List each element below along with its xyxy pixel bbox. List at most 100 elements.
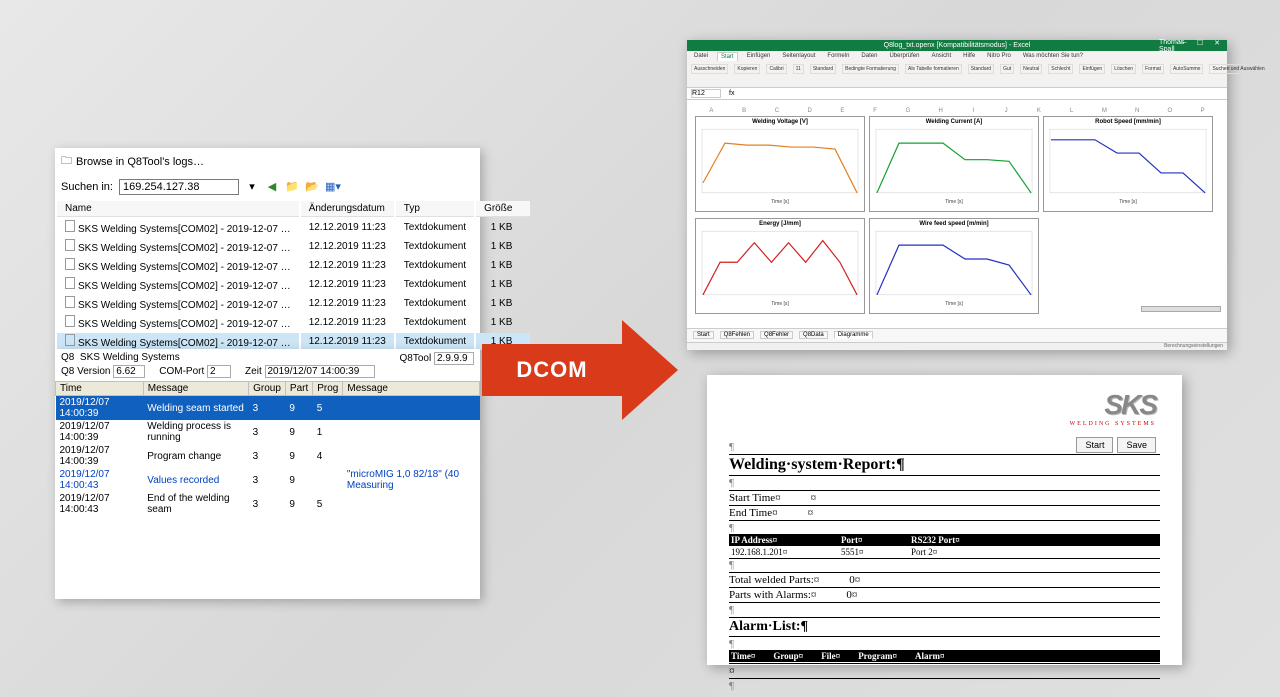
start-time-label: Start Time¤ [729, 492, 781, 504]
ribbon: Datei Start Einfügen Seitenlayout Formeln Dat… [687, 51, 1227, 87]
log-row[interactable]: 2019/12/07 14:00:43End of the welding se… [56, 492, 480, 516]
ribbon-button[interactable]: Kopieren [734, 64, 760, 74]
sheet-tab[interactable]: Q8Data [799, 331, 828, 339]
ribbon-tab[interactable]: Hilfe [960, 52, 978, 61]
ribbon-button[interactable]: Bedingte Formatierung [842, 64, 899, 74]
ribbon-button[interactable]: Standard [810, 64, 836, 74]
file-row[interactable]: SKS Welding Systems[COM02] - 2019-12-07 … [57, 295, 530, 312]
chart: Wire feed speed [m/min] Time [s] [869, 218, 1039, 314]
alarm-header: Time¤ Group¤ File¤ Program¤ Alarm¤ [729, 650, 1160, 662]
log-window: Q8 SKS Welding Systems Q8Tool Q8 Version… [55, 349, 480, 599]
up-icon[interactable]: 📁 [285, 180, 299, 194]
zoom-slider[interactable] [1141, 306, 1221, 312]
log-col-message[interactable]: Message [343, 382, 480, 396]
connection-header: IP Address¤ Port¤ RS232 Port¤ [729, 534, 1160, 546]
report-window: SKS WELDING SYSTEMS Start Save ¶ Welding… [707, 375, 1182, 665]
log-col-group[interactable]: Group [249, 382, 286, 396]
connection-row: 192.168.1.201¤ 5551¤ Port 2¤ [729, 546, 1160, 559]
ribbon-tab[interactable]: Einfügen [744, 52, 774, 61]
chart: Welding Current [A] Time [s] [869, 116, 1039, 212]
log-header: Q8 SKS Welding Systems Q8Tool Q8 Version… [55, 349, 480, 381]
log-row[interactable]: 2019/12/07 14:00:43Values recorded39"mic… [56, 468, 480, 492]
sheet-tab[interactable]: Q8Fehler [760, 331, 793, 339]
log-row[interactable]: 2019/12/07 14:00:39Welding seam started3… [56, 396, 480, 421]
back-icon[interactable]: ◀ [265, 180, 279, 194]
ribbon-button[interactable]: Als Tabelle formatieren [905, 64, 962, 74]
com-port [207, 365, 231, 378]
file-row[interactable]: SKS Welding Systems[COM02] - 2019-12-07 … [57, 238, 530, 255]
col-date[interactable]: Änderungsdatum [301, 201, 394, 217]
log-col-part[interactable]: Part [285, 382, 312, 396]
ribbon-tab[interactable]: Daten [858, 52, 880, 61]
ribbon-tab[interactable]: Datei [691, 52, 711, 61]
log-col-time[interactable]: Time [56, 382, 144, 396]
col-name[interactable]: Name [57, 201, 299, 217]
ribbon-tab[interactable]: Nitro Pro [984, 52, 1014, 61]
log-row[interactable]: 2019/12/07 14:00:39Program change394 [56, 444, 480, 468]
ribbon-button[interactable]: Ausschneiden [691, 64, 728, 74]
ribbon-tab[interactable]: Ansicht [928, 52, 954, 61]
pilcrow-icon: ¶ [729, 441, 734, 453]
zeit-field [265, 365, 375, 378]
excel-title: Q8log_txt.openx [Kompatibilitätsmodus] -… [884, 42, 1031, 49]
q8tool-version [434, 352, 474, 365]
col-type[interactable]: Typ [396, 201, 474, 217]
sheet-tab[interactable]: Q8Fehlen [720, 331, 754, 339]
ribbon-button[interactable]: Suchen und Auswählen [1209, 64, 1267, 74]
arrow-label: DCOM [516, 357, 587, 383]
ribbon-button[interactable]: Standard [968, 64, 994, 74]
browse-title: Browse in Q8Tool's logs… [76, 156, 204, 168]
maximize-icon[interactable]: ☐ [1193, 39, 1207, 53]
end-time-label: End Time¤ [729, 507, 778, 519]
ribbon-tab[interactable]: Seitenlayout [779, 52, 818, 61]
file-row[interactable]: SKS Welding Systems[COM02] - 2019-12-07 … [57, 257, 530, 274]
sheet-tab[interactable]: Start [693, 331, 714, 339]
total-parts-label: Total welded Parts:¤ [729, 574, 819, 586]
file-row[interactable]: SKS Welding Systems[COM02] - 2019-12-07 … [57, 276, 530, 293]
save-button[interactable]: Save [1117, 437, 1156, 453]
search-input[interactable] [119, 179, 239, 195]
cell-reference[interactable] [691, 89, 721, 98]
q8-label: Q8 [61, 352, 74, 363]
ribbon-button[interactable]: Format [1142, 64, 1164, 74]
ribbon-button[interactable]: Gut [1000, 64, 1014, 74]
fx-icon[interactable]: fx [729, 90, 734, 97]
ribbon-tab[interactable]: Was möchten Sie tun? [1020, 52, 1086, 61]
search-label: Suchen in: [61, 181, 113, 193]
dropdown-icon[interactable]: ▾ [245, 180, 259, 194]
file-row[interactable]: SKS Welding Systems[COM02] - 2019-12-07 … [57, 333, 530, 350]
excel-user: Thomas Spall [1159, 39, 1173, 53]
ribbon-button[interactable]: Löschen [1111, 64, 1136, 74]
log-col-msg[interactable]: Message [143, 382, 248, 396]
ribbon-button[interactable]: Neutral [1020, 64, 1042, 74]
ribbon-tab[interactable]: Überprüfen [886, 52, 922, 61]
minimize-icon[interactable]: — [1176, 39, 1190, 53]
q8-name: SKS Welding Systems [80, 352, 180, 363]
file-row[interactable]: SKS Welding Systems[COM02] - 2019-12-07 … [57, 314, 530, 331]
log-row[interactable]: 2019/12/07 14:00:39Welding process is ru… [56, 420, 480, 444]
chart: Energy [J/mm] Time [s] [695, 218, 865, 314]
col-size[interactable]: Größe [476, 201, 530, 217]
start-button[interactable]: Start [1076, 437, 1113, 453]
file-row[interactable]: SKS Welding Systems[COM02] - 2019-12-07 … [57, 219, 530, 236]
chart: Robot Speed [mm/min] Time [s] [1043, 116, 1213, 212]
ribbon-button[interactable]: Calibri [766, 64, 786, 74]
worksheet[interactable]: ABCDEFGHIJKLMNOP Welding Voltage [V] Tim… [687, 100, 1227, 328]
sheet-tabs: Start Q8Fehlen Q8Fehler Q8Data Diagramme [687, 328, 1227, 342]
q8-version [113, 365, 145, 378]
new-folder-icon[interactable]: 📂 [305, 180, 319, 194]
sheet-tab[interactable]: Diagramme [834, 331, 873, 339]
log-col-prog[interactable]: Prog [313, 382, 343, 396]
excel-window: Q8log_txt.openx [Kompatibilitätsmodus] -… [687, 40, 1227, 350]
ribbon-button[interactable]: 11 [793, 64, 804, 74]
view-icon[interactable]: ▦▾ [325, 180, 339, 194]
ribbon-tab[interactable]: Start [717, 52, 738, 61]
ribbon-button[interactable]: Schlecht [1048, 64, 1073, 74]
ribbon-tab[interactable]: Formeln [824, 52, 852, 61]
chart: Welding Voltage [V] Time [s] [695, 116, 865, 212]
formula-bar: fx [687, 88, 1227, 100]
ribbon-button[interactable]: AutoSumme [1170, 64, 1204, 74]
ribbon-button[interactable]: Einfügen [1079, 64, 1105, 74]
alarm-parts-label: Parts with Alarms:¤ [729, 589, 816, 601]
close-icon[interactable]: ✕ [1210, 39, 1224, 53]
